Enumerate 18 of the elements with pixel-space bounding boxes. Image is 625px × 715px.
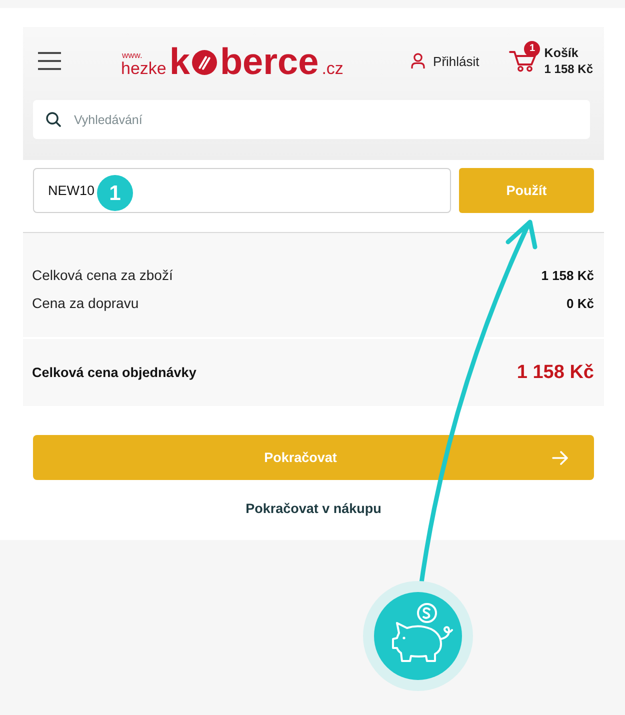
total-price: 1 158 Kč	[516, 362, 594, 384]
summary-price: 0 Kč	[566, 296, 594, 310]
login-link[interactable]: Přihlásit	[411, 53, 480, 69]
search-icon	[46, 112, 61, 127]
summary-price: 1 158 Kč	[541, 268, 594, 282]
summary-label: Celková cena za zboží	[32, 267, 173, 283]
arrow-right-icon	[552, 450, 568, 464]
cart-icon	[509, 50, 538, 72]
search-field[interactable]: Vyhledávání	[33, 100, 590, 139]
person-icon	[411, 53, 426, 69]
total-label: Celková cena objednávky	[32, 365, 196, 380]
menu-button[interactable]	[38, 52, 61, 70]
summary-label: Cena za dopravu	[32, 295, 139, 311]
piggy-bank-icon	[363, 581, 473, 691]
slashed-circle-icon	[192, 50, 217, 74]
continue-shopping-link[interactable]: Pokračovat v nákupu	[246, 501, 382, 517]
menu-icon	[38, 52, 61, 70]
cart-count-badge: 1	[524, 41, 540, 57]
